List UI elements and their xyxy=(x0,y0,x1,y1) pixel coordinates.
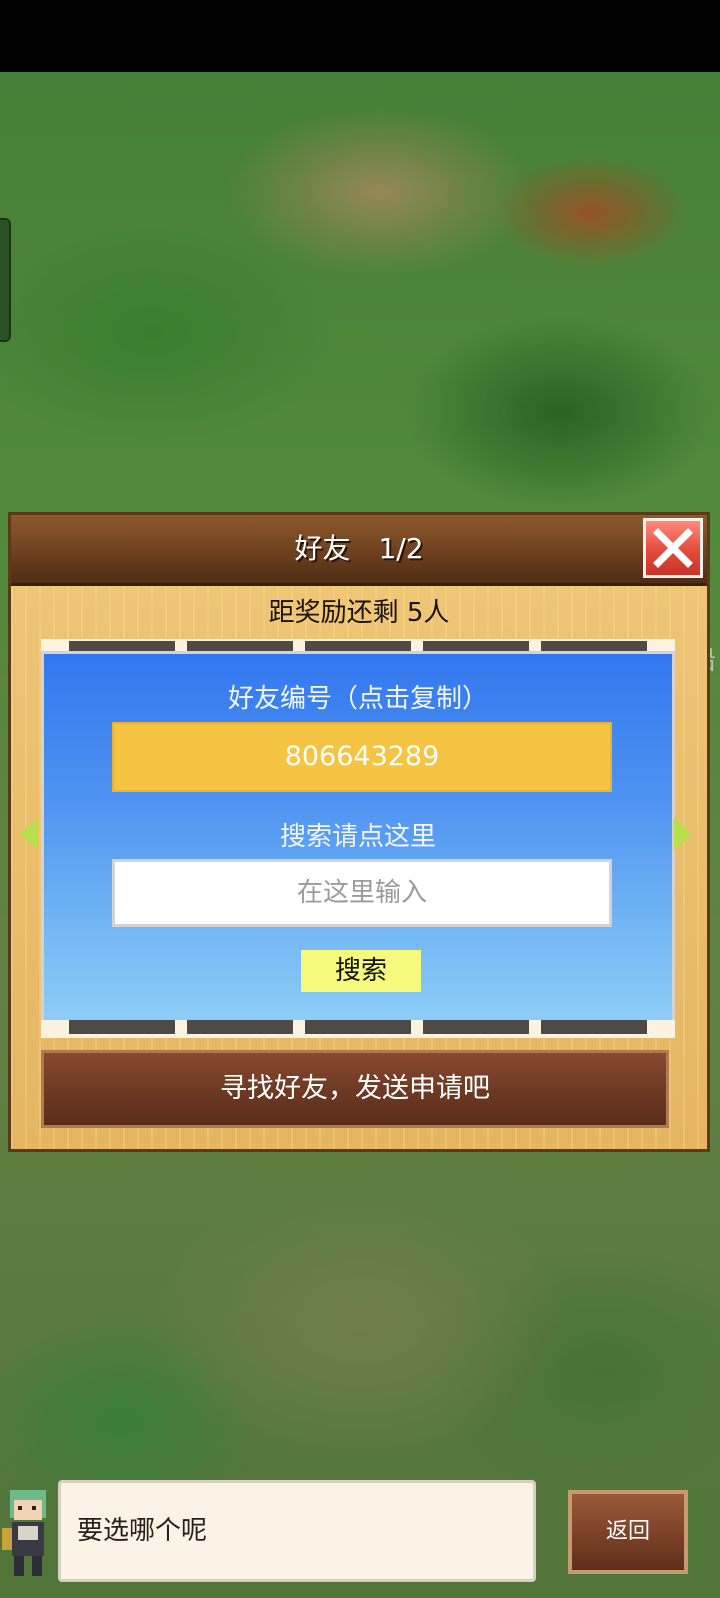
speech-text: 要选哪个呢 xyxy=(77,1516,208,1546)
slot xyxy=(305,641,411,651)
slot-row-top xyxy=(41,639,675,651)
slot xyxy=(69,1020,175,1034)
character-avatar-icon xyxy=(2,1482,54,1582)
slot xyxy=(423,1020,529,1034)
arrow-right-icon[interactable] xyxy=(674,818,692,850)
search-button[interactable]: 搜索 xyxy=(301,950,421,992)
friend-id-copy-box[interactable]: 806643289 xyxy=(112,722,612,792)
slot xyxy=(541,1020,647,1034)
friends-dialog: 好友 1/2 距奖励还剩 5人 好友编号（点击复制） 806643289 搜索请… xyxy=(8,512,710,1152)
slot xyxy=(305,1020,411,1034)
back-button[interactable]: 返回 xyxy=(568,1490,688,1574)
slot xyxy=(69,641,175,651)
slot xyxy=(423,641,529,651)
friend-id-panel: 好友编号（点击复制） 806643289 搜索请点这里 搜索 xyxy=(41,651,675,1024)
dialog-title: 好友 1/2 xyxy=(294,532,424,565)
status-bar xyxy=(0,0,720,72)
friend-id-label: 好友编号（点击复制） xyxy=(227,684,488,714)
game-screen: 铅 好友 1/2 距奖励还剩 5人 好友编号（点击复制） 806643289 搜… xyxy=(0,0,720,1598)
dialog-title-bar: 好友 1/2 xyxy=(11,515,707,586)
find-friends-button[interactable]: 寻找好友，发送申请吧 xyxy=(41,1050,669,1128)
search-input[interactable] xyxy=(112,859,612,927)
close-button[interactable] xyxy=(643,518,703,578)
slot xyxy=(187,1020,293,1034)
speech-bubble: 要选哪个呢 xyxy=(58,1480,536,1582)
slot xyxy=(187,641,293,651)
slot-row-bottom xyxy=(41,1020,675,1038)
slot xyxy=(541,641,647,651)
reward-progress-text: 距奖励还剩 5人 xyxy=(268,598,450,628)
search-label: 搜索请点这里 xyxy=(279,822,436,852)
close-icon xyxy=(653,528,693,568)
arrow-left-icon[interactable] xyxy=(20,818,38,850)
